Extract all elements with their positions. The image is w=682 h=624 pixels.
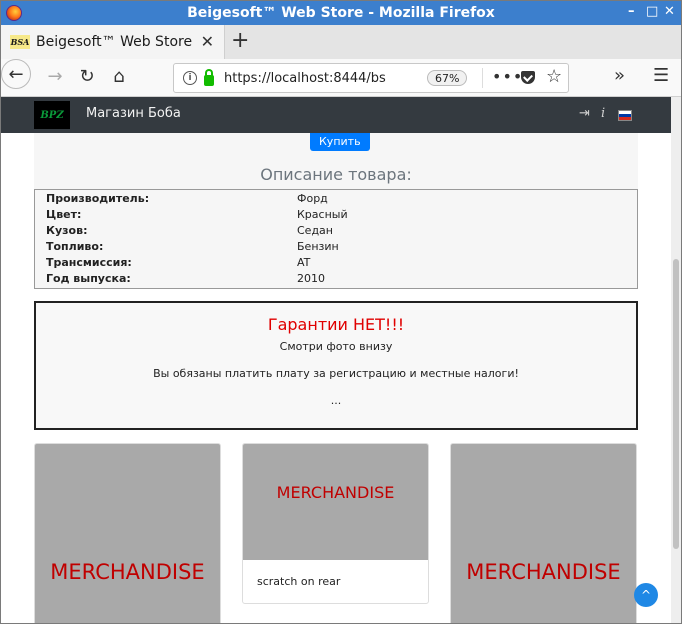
product-card[interactable]: MERCHANDISE [34,443,221,623]
url-bar[interactable]: i https://localhost:8444/bs 67% ••• ☆ [173,63,569,93]
overflow-chevron-icon[interactable]: » [614,65,625,86]
table-row: Год выпуска: 2010 [46,272,325,285]
window-title: Beigesoft™ Web Store - Mozilla Firefox [187,5,495,21]
about-icon[interactable]: i [601,106,605,121]
table-row: Топливо: Бензин [46,240,339,253]
forward-arrow-icon[interactable]: → [42,65,68,89]
pocket-icon[interactable] [521,71,535,84]
page-viewport: BPZ Магазин Боба ⇥ i Купить Описание тов… [1,97,671,623]
site-brand[interactable]: Магазин Боба [86,106,181,121]
close-tab-icon[interactable]: ✕ [201,32,214,51]
title-bar: Beigesoft™ Web Store - Mozilla Firefox –… [1,1,681,25]
tab-web-store[interactable]: BSA Beigesoft™ Web Store ✕ [1,25,225,59]
notice-line-2: Вы обязаны платить плату за регистрацию … [153,367,519,380]
warranty-notice: Гарантии НЕТ!!! Смотри фото внизу Вы обя… [34,301,638,430]
site-info-icon[interactable]: i [183,71,197,85]
page-actions-icon[interactable]: ••• [492,67,523,86]
login-icon[interactable]: ⇥ [579,106,590,121]
hamburger-menu-icon[interactable]: ☰ [653,65,669,86]
scrollbar-thumb[interactable] [673,259,679,549]
russian-flag-icon[interactable] [618,110,632,121]
scroll-to-top-button[interactable]: ^ [634,583,658,607]
url-text[interactable]: https://localhost:8444/bs [224,71,394,86]
site-logo[interactable]: BPZ [34,101,70,129]
zoom-badge[interactable]: 67% [427,70,468,86]
card-image-label: MERCHANDISE [276,483,395,502]
card-image-label: MERCHANDISE [466,560,621,584]
tab-favicon: BSA [10,35,30,49]
site-navbar: BPZ Магазин Боба ⇥ i [1,97,671,133]
navigation-bar: ← → ↻ ⌂ i https://localhost:8444/bs 67% … [1,59,681,97]
browser-window: Beigesoft™ Web Store - Mozilla Firefox –… [0,0,682,624]
product-card[interactable]: MERCHANDISE scratch on rear [242,443,429,604]
page-scrollbar[interactable] [671,97,681,623]
home-icon[interactable]: ⌂ [106,65,132,89]
minimize-icon[interactable]: – [628,4,635,19]
table-row: Трансмиссия: AT [46,256,311,269]
table-row: Кузов: Седан [46,224,333,237]
table-row: Цвет: Красный [46,208,348,221]
new-tab-icon[interactable]: + [231,29,249,53]
reload-icon[interactable]: ↻ [74,65,100,89]
close-window-icon[interactable]: ✕ [664,4,675,19]
bookmark-star-icon[interactable]: ☆ [546,66,562,87]
card-caption: scratch on rear [257,575,341,588]
notice-line-1: Смотри фото внизу [279,340,393,353]
tab-strip: BSA Beigesoft™ Web Store ✕ + [1,25,681,59]
notice-line-3: ... [330,394,342,407]
firefox-icon [6,5,22,21]
tab-title: Beigesoft™ Web Store [36,34,193,50]
buy-button[interactable]: Купить [310,133,370,151]
url-divider [482,68,483,88]
lock-icon [204,68,214,86]
back-arrow-icon[interactable]: ← [1,59,31,89]
maximize-icon[interactable]: □ [646,4,658,19]
table-row: Производитель: Форд [46,192,328,205]
card-image-label: MERCHANDISE [50,560,205,584]
product-card[interactable]: MERCHANDISE [450,443,637,623]
spec-table: Производитель: Форд Цвет: Красный Кузов: Се… [34,189,638,289]
description-title: Описание товара: [260,165,412,184]
notice-heading: Гарантии НЕТ!!! [267,315,405,334]
card-image: MERCHANDISE [243,444,428,560]
